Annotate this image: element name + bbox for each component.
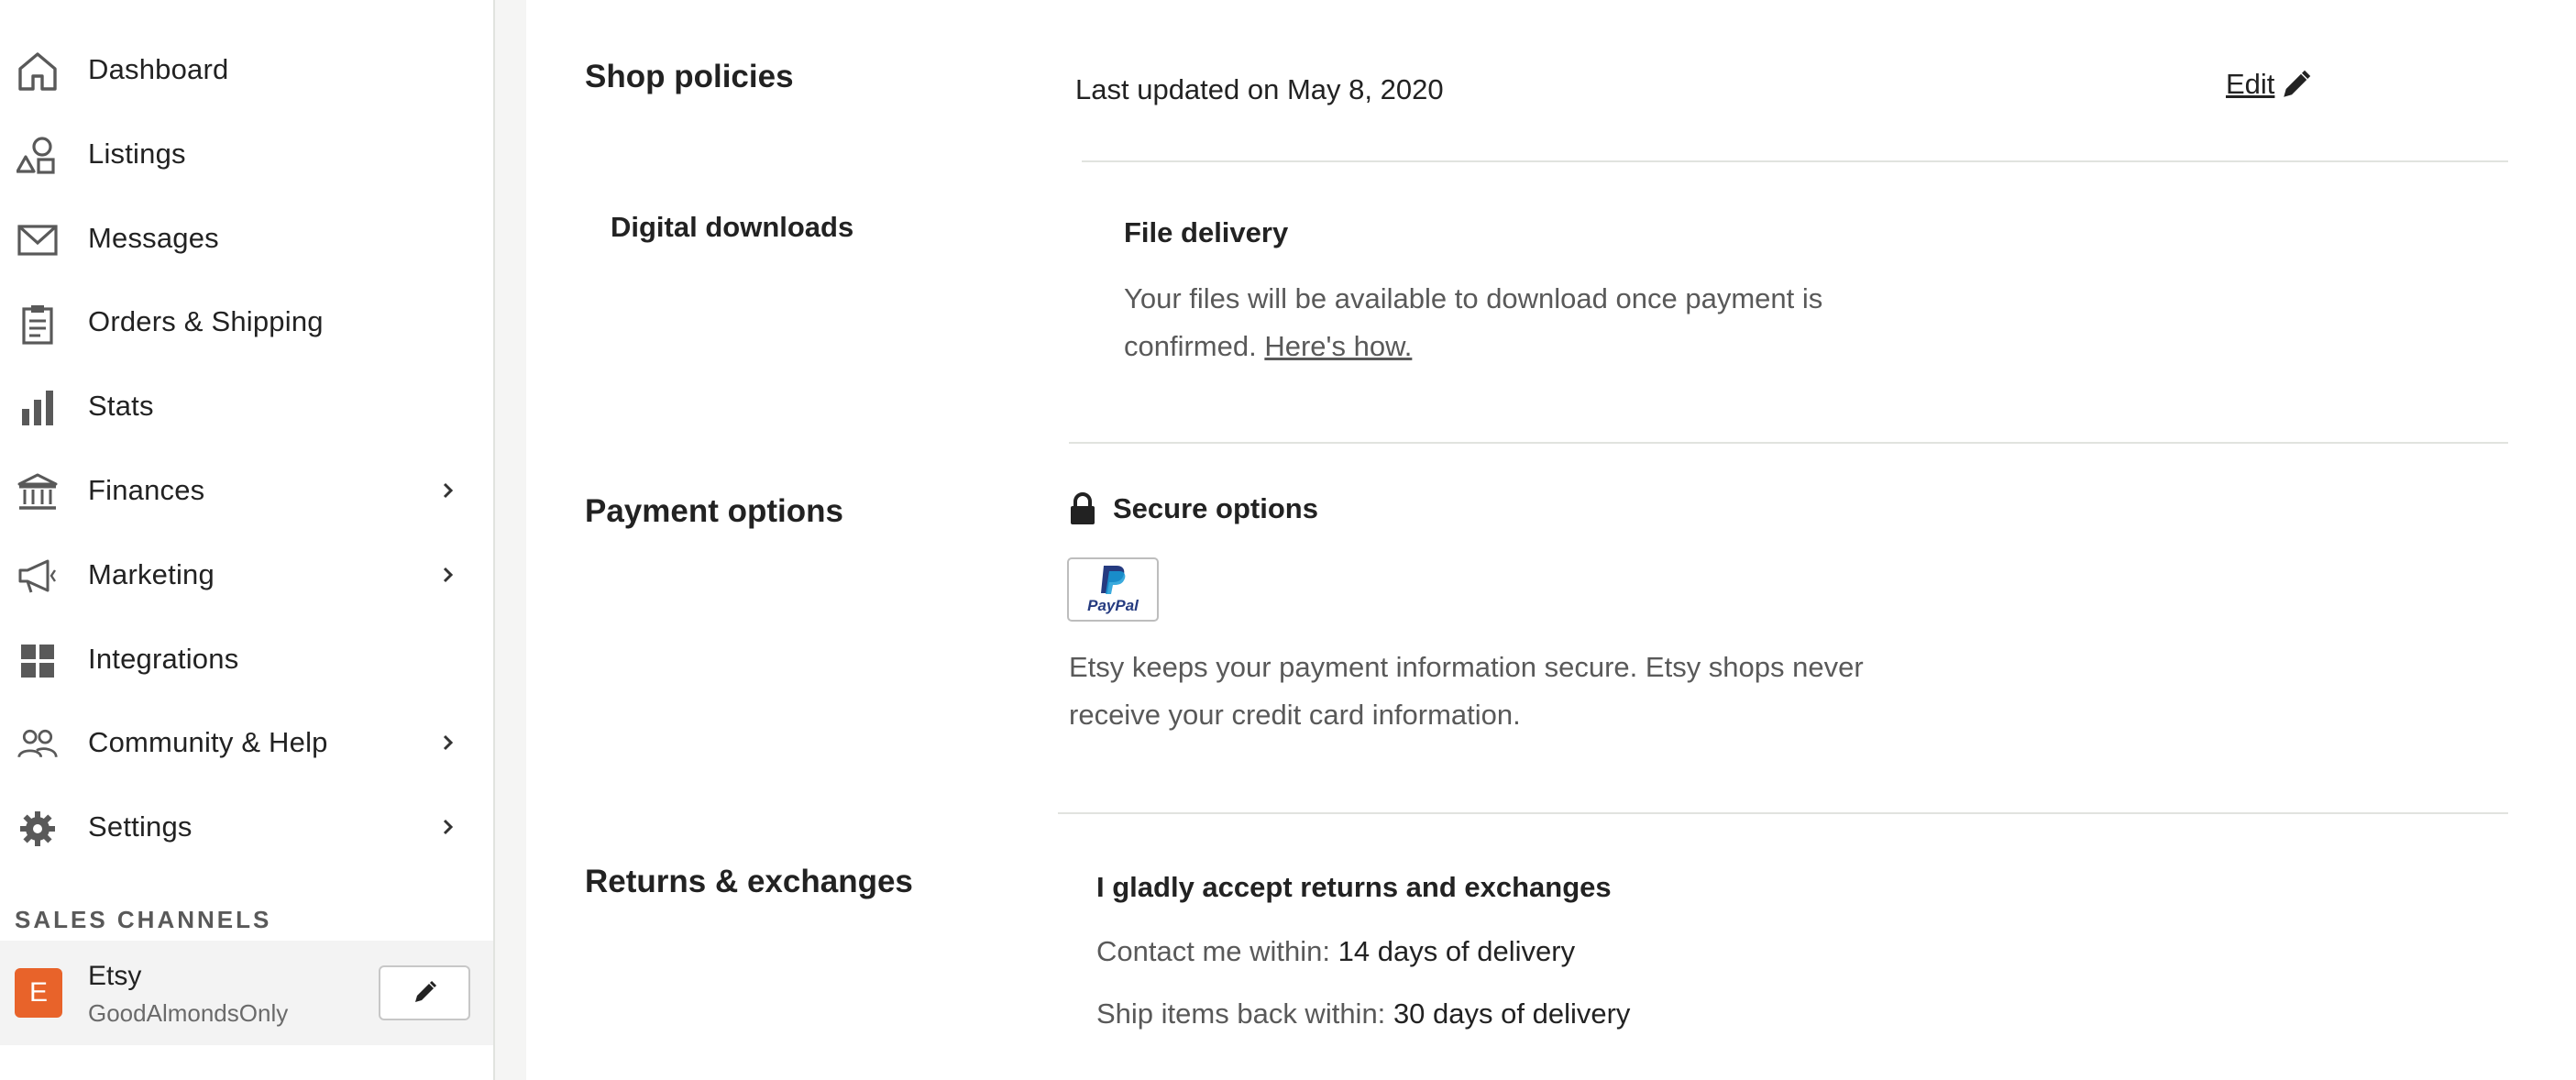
pencil-icon	[2284, 70, 2311, 97]
contact-within-row: Contact me within: 14 days of delivery	[1096, 935, 1575, 968]
sidebar-item-label: Finances	[88, 474, 205, 506]
sidebar: Dashboard Listings Messages Orders & Shi…	[0, 0, 495, 1080]
clipboard-icon	[17, 303, 59, 345]
paypal-wordmark: PayPal	[1087, 597, 1139, 615]
sidebar-item-messages[interactable]: Messages	[0, 200, 493, 277]
sidebar-item-orders-shipping[interactable]: Orders & Shipping	[0, 283, 493, 360]
file-delivery-line2-prefix: confirmed.	[1124, 330, 1257, 362]
sidebar-item-label: Settings	[88, 810, 193, 843]
divider	[1069, 442, 2508, 444]
shop-policies-title: Shop policies	[585, 59, 794, 94]
chevron-right-icon	[443, 567, 454, 583]
sidebar-item-label: Community & Help	[88, 726, 328, 758]
payment-line2: receive your credit card information.	[1069, 699, 1521, 731]
main-content: Shop policies Last updated on May 8, 202…	[526, 0, 2576, 1080]
ship-back-within-value: 30 days of delivery	[1393, 997, 1631, 1030]
contact-within-label: Contact me within:	[1096, 935, 1330, 967]
digital-downloads-title: Digital downloads	[611, 211, 854, 243]
lock-icon	[1071, 492, 1095, 524]
secure-options-heading: Secure options	[1069, 491, 1318, 526]
search-icon[interactable]	[26, 0, 62, 9]
avatar: E	[15, 968, 62, 1018]
chevron-right-icon	[443, 734, 454, 751]
edit-link-label: Edit	[2226, 68, 2275, 100]
last-updated-text: Last updated on May 8, 2020	[1075, 73, 1444, 105]
heres-how-link[interactable]: Here's how.	[1264, 330, 1412, 362]
secure-options-label: Secure options	[1113, 492, 1318, 524]
channel-shop-name: GoodAlmondsOnly	[88, 999, 289, 1027]
bank-icon	[17, 471, 59, 513]
divider	[1082, 160, 2508, 162]
home-icon	[17, 50, 59, 93]
envelope-icon	[17, 219, 59, 261]
file-delivery-subtitle: File delivery	[1124, 216, 1289, 248]
returns-exchanges-title: Returns & exchanges	[585, 864, 913, 899]
gutter	[495, 0, 526, 1080]
sidebar-item-label: Listings	[88, 138, 186, 170]
sidebar-item-listings[interactable]: Listings	[0, 116, 493, 193]
sidebar-item-label: Integrations	[88, 643, 239, 675]
sidebar-item-marketing[interactable]: Marketing	[0, 536, 493, 613]
sidebar-item-label: Dashboard	[88, 53, 229, 85]
gear-icon	[17, 808, 59, 850]
bar-chart-icon	[17, 387, 59, 429]
megaphone-icon	[17, 556, 59, 598]
payment-description: Etsy keeps your payment information secu…	[1069, 644, 2169, 739]
sidebar-item-label: Stats	[88, 390, 154, 422]
paypal-logo: PayPal	[1067, 557, 1159, 622]
contact-within-value: 14 days of delivery	[1338, 935, 1576, 967]
edit-policies-button[interactable]: Edit	[2226, 66, 2315, 103]
sidebar-item-label: Marketing	[88, 558, 215, 590]
chevron-right-icon	[443, 819, 454, 835]
ship-back-within-label: Ship items back within:	[1096, 997, 1386, 1030]
payment-line1: Etsy keeps your payment information secu…	[1069, 651, 1864, 683]
returns-accept-subtitle: I gladly accept returns and exchanges	[1096, 871, 1612, 903]
sidebar-item-community-help[interactable]: Community & Help	[0, 704, 493, 781]
ship-back-within-row: Ship items back within: 30 days of deliv…	[1096, 997, 1630, 1030]
people-icon	[17, 723, 59, 766]
edit-channel-button[interactable]	[379, 965, 470, 1020]
paypal-wordmark-text: PayPal	[1087, 597, 1139, 614]
pencil-icon	[415, 980, 437, 1002]
sidebar-item-dashboard[interactable]: Dashboard	[0, 31, 493, 108]
chevron-right-icon	[443, 482, 454, 499]
sales-channels-heading: SALES CHANNELS	[15, 906, 272, 933]
sidebar-item-stats[interactable]: Stats	[0, 368, 493, 445]
file-delivery-description: Your files will be available to download…	[1124, 275, 2132, 370]
divider	[1058, 812, 2508, 814]
file-delivery-line1: Your files will be available to download…	[1124, 282, 1823, 314]
shapes-icon	[17, 135, 59, 177]
paypal-icon	[1101, 566, 1126, 594]
file-delivery-line2: confirmed. Here's how.	[1124, 323, 2132, 370]
sidebar-item-label: Messages	[88, 222, 219, 254]
sidebar-item-integrations[interactable]: Integrations	[0, 621, 493, 698]
payment-options-title: Payment options	[585, 493, 843, 529]
grid-icon	[17, 640, 59, 682]
sales-channel-etsy[interactable]: E Etsy GoodAlmondsOnly	[0, 941, 493, 1045]
sidebar-item-label: Orders & Shipping	[88, 305, 324, 337]
sidebar-item-finances[interactable]: Finances	[0, 452, 493, 529]
channel-name: Etsy	[88, 961, 142, 991]
sidebar-item-settings[interactable]: Settings	[0, 788, 493, 865]
